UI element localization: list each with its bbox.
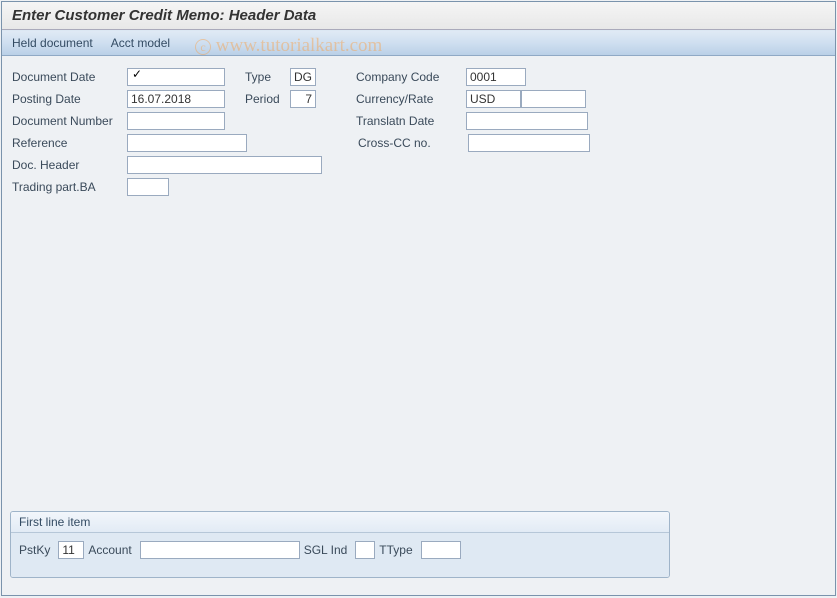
account-label: Account xyxy=(88,543,131,557)
account-input[interactable] xyxy=(140,541,300,559)
ttype-label: TType xyxy=(379,543,412,557)
checkbox-icon[interactable] xyxy=(131,69,145,83)
first-line-item-panel: First line item PstKy Account SGL Ind TT… xyxy=(10,511,670,578)
rate-input[interactable] xyxy=(521,90,586,108)
trading-part-ba-label: Trading part.BA xyxy=(12,180,127,194)
form-area: Document Date Type Company Code Posting … xyxy=(2,56,835,476)
document-number-input[interactable] xyxy=(127,112,225,130)
toolbar: Held document Acct model xyxy=(2,30,835,56)
type-label: Type xyxy=(245,70,290,84)
sgl-ind-input[interactable] xyxy=(355,541,375,559)
currency-rate-label: Currency/Rate xyxy=(356,92,466,106)
period-input[interactable] xyxy=(290,90,316,108)
posting-date-label: Posting Date xyxy=(12,92,127,106)
company-code-input[interactable] xyxy=(466,68,526,86)
acct-model-button[interactable]: Acct model xyxy=(111,36,170,50)
trading-part-ba-input[interactable] xyxy=(127,178,169,196)
reference-label: Reference xyxy=(12,136,127,150)
document-date-label: Document Date xyxy=(12,70,127,84)
type-input[interactable] xyxy=(290,68,316,86)
doc-header-input[interactable] xyxy=(127,156,322,174)
held-document-button[interactable]: Held document xyxy=(12,36,93,50)
translatn-date-input[interactable] xyxy=(466,112,588,130)
company-code-label: Company Code xyxy=(356,70,466,84)
cross-cc-no-input[interactable] xyxy=(468,134,590,152)
page-title: Enter Customer Credit Memo: Header Data xyxy=(12,7,316,24)
document-number-label: Document Number xyxy=(12,114,127,128)
translatn-date-label: Translatn Date xyxy=(356,114,466,128)
title-bar: Enter Customer Credit Memo: Header Data xyxy=(2,2,835,30)
cross-cc-no-label: Cross-CC no. xyxy=(358,136,468,150)
ttype-input[interactable] xyxy=(421,541,461,559)
reference-input[interactable] xyxy=(127,134,247,152)
pstky-label: PstKy xyxy=(19,543,50,557)
sgl-ind-label: SGL Ind xyxy=(304,543,348,557)
posting-date-input[interactable] xyxy=(127,90,225,108)
first-line-item-title: First line item xyxy=(11,512,669,533)
period-label: Period xyxy=(245,92,290,106)
currency-input[interactable] xyxy=(466,90,521,108)
doc-header-label: Doc. Header xyxy=(12,158,127,172)
pstky-input[interactable] xyxy=(58,541,84,559)
